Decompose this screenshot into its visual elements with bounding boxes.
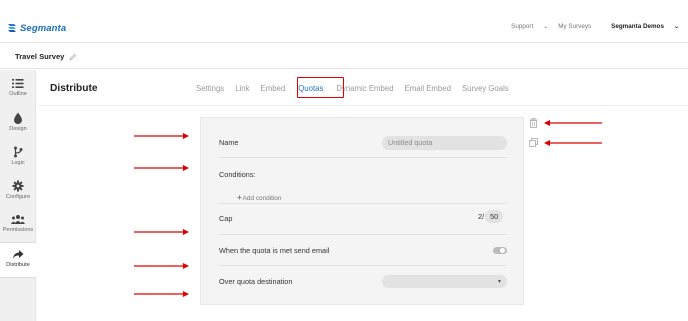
divider — [219, 157, 507, 158]
account-label: Segmanta Demos — [611, 23, 664, 30]
tab-email-embed[interactable]: Email Embed — [405, 84, 451, 93]
top-links: Support ⌄ My Surveys Segmanta Demos ⌄ — [491, 23, 679, 30]
conditions-label: Conditions: — [219, 170, 256, 179]
distribute-header: Distribute Settings Link Embed Quotas Dy… — [37, 70, 688, 106]
brand-name: Segmanta — [20, 22, 67, 34]
tab-settings[interactable]: Settings — [196, 84, 224, 93]
tab-dynamic-embed[interactable]: Dynamic Embed — [336, 84, 393, 93]
my-surveys-link[interactable]: My Surveys — [558, 23, 591, 30]
brand-logo[interactable]: Segmanta — [7, 20, 66, 36]
cap-label: Cap — [219, 214, 233, 223]
annotation-arrow-icon — [134, 165, 189, 171]
over-quota-select[interactable]: ▾ — [382, 275, 507, 288]
active-tab-highlight — [297, 77, 344, 98]
divider — [219, 265, 507, 266]
sidebar-item-logic[interactable]: Logic — [0, 146, 36, 180]
survey-title-bar: Travel Survey — [0, 43, 688, 69]
add-condition-button[interactable]: +Add condition — [237, 193, 281, 202]
send-email-toggle[interactable] — [493, 247, 507, 254]
cap-value: 2/ 50 — [478, 210, 504, 223]
caret-down-icon: ▾ — [497, 279, 501, 285]
gear-icon — [12, 180, 24, 192]
distribute-tabs: Settings Link Embed Quotas Dynamic Embed… — [196, 84, 520, 93]
account-menu[interactable]: Segmanta Demos ⌄ — [601, 23, 679, 30]
tab-link[interactable]: Link — [235, 84, 249, 93]
email-label: When the quota is met send email — [219, 246, 330, 255]
copy-icon[interactable] — [529, 138, 538, 147]
sidebar-item-label: Logic — [11, 160, 25, 166]
survey-title: Travel Survey — [15, 52, 77, 61]
tab-embed[interactable]: Embed — [261, 84, 286, 93]
sidebar-item-design[interactable]: Design — [0, 112, 36, 146]
sidebar-item-label: Design — [9, 126, 27, 132]
sidebar-item-outline[interactable]: Outline — [0, 78, 36, 112]
tab-survey-goals[interactable]: Survey Goals — [462, 84, 509, 93]
top-bar: Segmanta Support ⌄ My Surveys Segmanta De… — [0, 0, 688, 43]
annotation-arrow-icon — [134, 133, 189, 139]
quota-panel: Name Untitled quota Conditions: +Add con… — [200, 117, 524, 305]
add-condition-label: Add condition — [242, 195, 282, 202]
support-menu[interactable]: Support ⌄ — [501, 23, 548, 30]
sidebar-item-label: Permissions — [2, 227, 34, 233]
sidebar-item-label: Distribute — [6, 262, 30, 268]
segmanta-logo-icon — [8, 24, 16, 32]
page-title: Distribute — [50, 83, 98, 94]
chevron-down-icon: ⌄ — [673, 24, 679, 30]
annotation-arrow-icon — [544, 140, 602, 146]
divider — [219, 234, 507, 235]
cap-current: 2/ — [478, 212, 485, 221]
users-icon — [11, 215, 25, 224]
plus-icon: + — [237, 193, 242, 202]
sidebar-item-distribute[interactable]: Distribute — [0, 242, 36, 278]
branch-icon — [14, 146, 23, 158]
annotation-arrow-icon — [134, 291, 189, 297]
chevron-down-icon: ⌄ — [543, 24, 549, 30]
pencil-icon[interactable] — [69, 53, 77, 61]
annotation-arrow-icon — [134, 263, 189, 269]
droplet-icon — [14, 112, 22, 124]
sidebar-item-configure[interactable]: Configure — [0, 180, 36, 214]
list-icon — [12, 79, 24, 88]
support-label: Support — [511, 23, 534, 30]
sidebar-item-label: Outline — [9, 91, 27, 97]
share-arrow-icon — [13, 250, 24, 259]
survey-title-text: Travel Survey — [15, 52, 65, 61]
divider — [219, 203, 507, 204]
sidebar-item-label: Configure — [5, 194, 31, 200]
quota-name-input[interactable]: Untitled quota — [382, 136, 507, 150]
annotation-arrow-icon — [544, 120, 602, 126]
annotation-arrow-icon — [134, 229, 189, 235]
sidebar: Outline Design Logic Configure Permissio… — [0, 70, 36, 321]
trash-icon[interactable] — [529, 118, 538, 128]
cap-input[interactable]: 50 — [485, 210, 504, 223]
